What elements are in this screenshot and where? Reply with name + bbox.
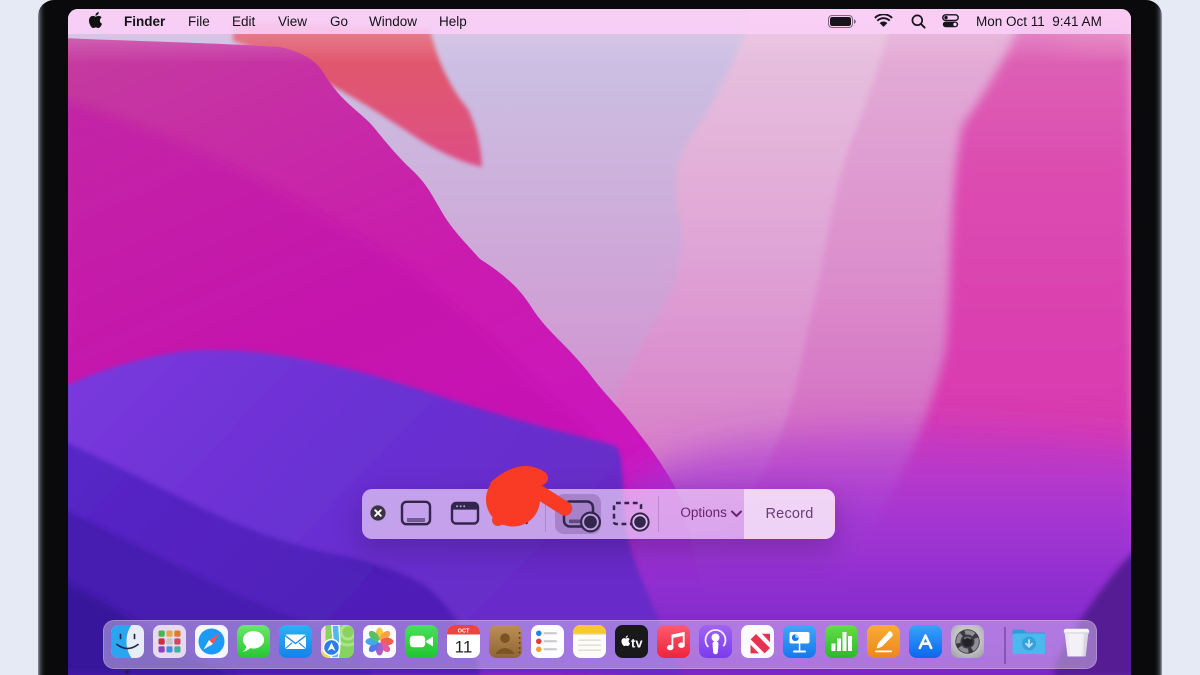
svg-text:11: 11 bbox=[455, 638, 473, 657]
svg-text:tv: tv bbox=[631, 636, 643, 651]
svg-text:OCT: OCT bbox=[458, 628, 470, 634]
